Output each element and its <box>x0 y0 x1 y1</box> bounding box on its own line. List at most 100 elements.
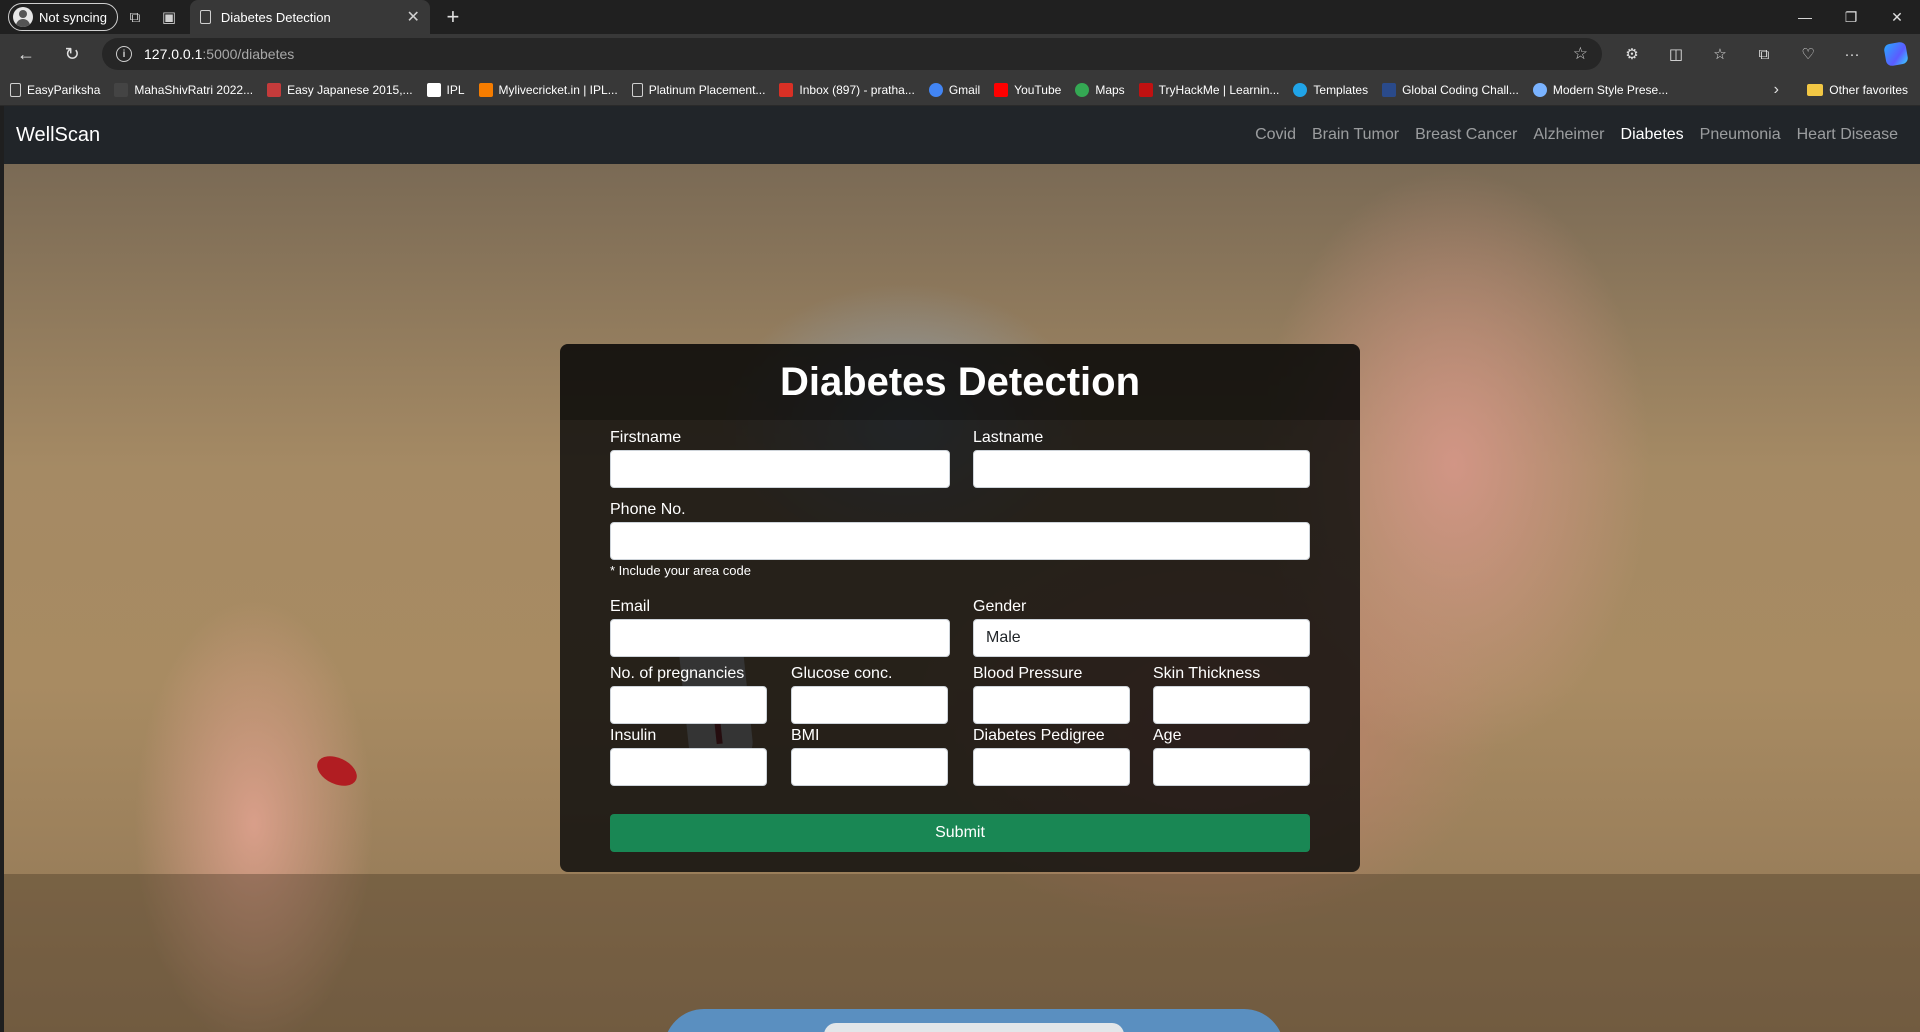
copilot-icon[interactable] <box>1874 38 1918 70</box>
glucose-input[interactable] <box>791 686 948 724</box>
back-button[interactable]: ← <box>6 38 46 70</box>
chevron-right-icon[interactable]: › <box>1761 81 1791 99</box>
blood-pressure-input[interactable] <box>973 686 1130 724</box>
age-input[interactable] <box>1153 748 1310 786</box>
calendar-icon <box>267 82 282 97</box>
bookmark-item[interactable]: TryHackMe | Learnin... <box>1138 82 1279 97</box>
browser-tab[interactable]: Diabetes Detection ✕ <box>189 0 430 34</box>
glucose-meter <box>664 1009 1284 1032</box>
insulin-input[interactable] <box>610 748 767 786</box>
bookmark-item[interactable]: Easy Japanese 2015,... <box>267 82 413 97</box>
workspaces-icon[interactable]: ⧉ <box>118 3 152 31</box>
bookmark-item[interactable]: Global Coding Chall... <box>1382 82 1519 97</box>
bookmark-item[interactable]: Modern Style Prese... <box>1532 82 1668 97</box>
bmi-input[interactable] <box>791 748 948 786</box>
page-icon <box>631 82 643 97</box>
form-title: Diabetes Detection <box>560 344 1360 420</box>
pregnancies-input[interactable] <box>610 686 767 724</box>
gmail-icon <box>779 82 794 97</box>
favorite-star-icon[interactable]: ☆ <box>1573 44 1588 64</box>
blood-pressure-field: Blood Pressure <box>973 665 1130 724</box>
phone-input[interactable] <box>610 522 1310 560</box>
site-navbar: WellScan Covid Brain Tumor Breast Cancer… <box>4 106 1920 164</box>
url-text: 127.0.0.1:5000/diabetes <box>144 46 295 62</box>
tab-actions-icon[interactable]: ▣ <box>152 3 186 31</box>
restore-button[interactable]: ❐ <box>1828 0 1874 34</box>
refresh-button[interactable]: ↻ <box>52 38 92 70</box>
page-viewport: WellScan Covid Brain Tumor Breast Cancer… <box>4 106 1920 1032</box>
bookmark-item[interactable]: EasyPariksha <box>10 82 100 97</box>
pedigree-input[interactable] <box>973 748 1130 786</box>
glucose-label: Glucose conc. <box>791 665 893 682</box>
folder-icon <box>1807 83 1824 96</box>
email-field: Email <box>610 598 950 657</box>
profile-button[interactable]: Not syncing <box>8 3 118 31</box>
new-tab-button[interactable]: + <box>436 3 470 31</box>
close-window-button[interactable]: ✕ <box>1874 0 1920 34</box>
age-field: Age <box>1153 727 1310 786</box>
square-icon <box>426 82 441 97</box>
bmi-field: BMI <box>791 727 948 786</box>
glucose-field: Glucose conc. <box>791 665 948 724</box>
nav-pneumonia[interactable]: Pneumonia <box>1700 126 1781 144</box>
favorites-icon[interactable]: ☆ <box>1698 38 1742 70</box>
pedigree-label: Diabetes Pedigree <box>973 727 1105 744</box>
diabetes-form: Diabetes Detection Firstname Lastname Ph… <box>560 344 1360 872</box>
phone-hint: * Include your area code <box>610 563 751 578</box>
collections-icon[interactable]: ⧉ <box>1742 38 1786 70</box>
pedigree-field: Diabetes Pedigree <box>973 727 1130 786</box>
close-tab-icon[interactable]: ✕ <box>407 7 420 27</box>
extensions-icon[interactable]: ⚙ <box>1610 38 1654 70</box>
bookmark-item[interactable]: IPL <box>426 82 465 97</box>
bmi-label: BMI <box>791 727 820 744</box>
submit-button[interactable]: Submit <box>610 814 1310 852</box>
age-label: Age <box>1153 727 1182 744</box>
lastname-field: Lastname <box>973 429 1310 488</box>
browser-essentials-icon[interactable]: ♡ <box>1786 38 1830 70</box>
email-input[interactable] <box>610 619 950 657</box>
canva-icon <box>1293 82 1308 97</box>
phone-label: Phone No. <box>610 501 686 518</box>
bookmark-item[interactable]: Maps <box>1075 82 1125 97</box>
browser-toolbar: ← ↻ i 127.0.0.1:5000/diabetes ☆ ⚙ ◫ ☆ ⧉ … <box>0 34 1920 74</box>
split-screen-icon[interactable]: ◫ <box>1654 38 1698 70</box>
window-controls: — ❐ ✕ <box>1782 0 1920 34</box>
profile-label: Not syncing <box>39 9 107 25</box>
coding-icon <box>1382 82 1397 97</box>
bookmark-item[interactable]: Inbox (897) - pratha... <box>779 82 915 97</box>
avatar-icon <box>13 7 33 27</box>
brand-logo[interactable]: WellScan <box>16 124 100 147</box>
trident-icon <box>114 82 129 97</box>
gender-label: Gender <box>973 598 1027 615</box>
gender-select[interactable]: Male <box>973 619 1310 657</box>
pregnancies-field: No. of pregnancies <box>610 665 767 724</box>
google-icon <box>928 82 943 97</box>
bookmark-item[interactable]: Mylivecricket.in | IPL... <box>478 82 618 97</box>
nav-heart-disease[interactable]: Heart Disease <box>1797 126 1898 144</box>
other-favorites[interactable]: Other favorites <box>1791 83 1920 97</box>
bookmark-item[interactable]: YouTube <box>994 82 1061 97</box>
nav-covid[interactable]: Covid <box>1255 126 1296 144</box>
blood-pressure-label: Blood Pressure <box>973 665 1083 682</box>
skin-thickness-input[interactable] <box>1153 686 1310 724</box>
nav-diabetes[interactable]: Diabetes <box>1621 126 1684 144</box>
nav-breast-cancer[interactable]: Breast Cancer <box>1415 126 1517 144</box>
bookmark-item[interactable]: MahaShivRatri 2022... <box>114 82 253 97</box>
bookmark-item[interactable]: Platinum Placement... <box>631 82 765 97</box>
phone-field: Phone No. <box>610 501 1310 560</box>
blogger-icon <box>478 82 493 97</box>
nav-alzheimer[interactable]: Alzheimer <box>1533 126 1604 144</box>
more-menu-icon[interactable]: ··· <box>1830 38 1874 70</box>
firstname-input[interactable] <box>610 450 950 488</box>
lastname-input[interactable] <box>973 450 1310 488</box>
address-bar[interactable]: i 127.0.0.1:5000/diabetes ☆ <box>102 38 1602 70</box>
bookmark-item[interactable]: Templates <box>1293 82 1368 97</box>
site-info-icon[interactable]: i <box>116 46 132 62</box>
insulin-field: Insulin <box>610 727 767 786</box>
maps-icon <box>1075 82 1090 97</box>
insulin-label: Insulin <box>610 727 657 744</box>
nav-brain-tumor[interactable]: Brain Tumor <box>1312 126 1399 144</box>
minimize-button[interactable]: — <box>1782 0 1828 34</box>
bookmark-item[interactable]: Gmail <box>928 82 980 97</box>
lastname-label: Lastname <box>973 429 1044 446</box>
